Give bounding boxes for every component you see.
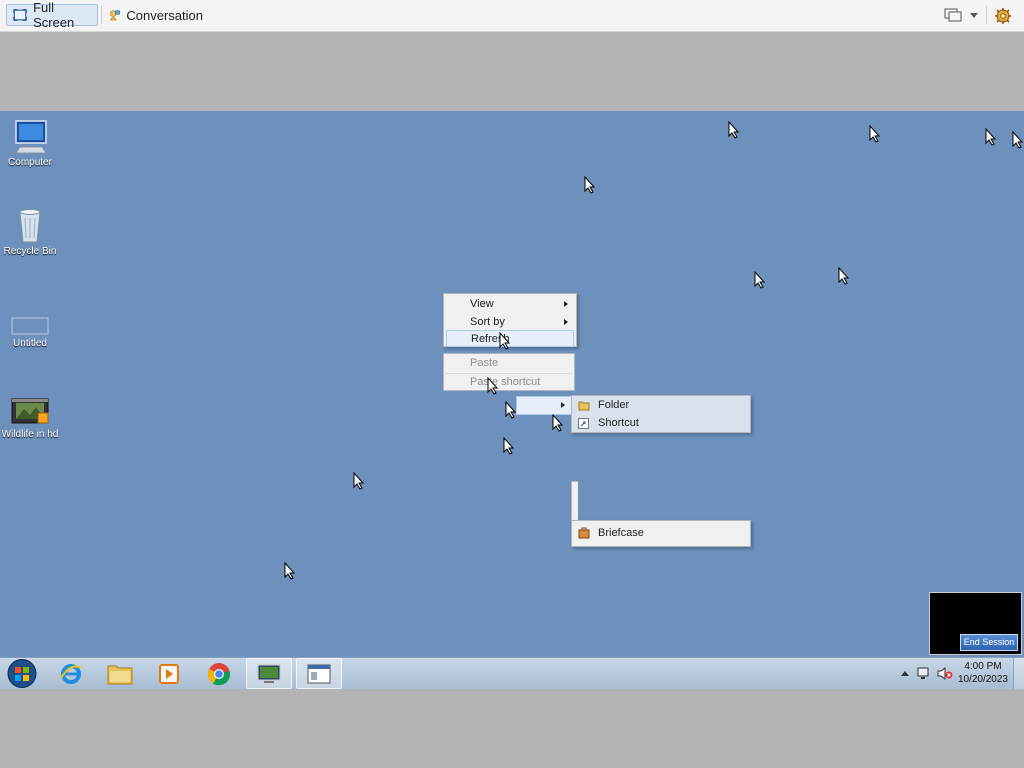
mouse-cursor-icon bbox=[728, 121, 740, 139]
mouse-cursor-icon bbox=[499, 332, 511, 350]
menu-item-label: View bbox=[470, 298, 494, 310]
shortcut-icon bbox=[578, 418, 589, 429]
mouse-cursor-icon bbox=[838, 267, 850, 285]
mouse-cursor-icon bbox=[505, 401, 517, 419]
end-session-button[interactable]: End Session bbox=[960, 634, 1018, 651]
folder-icon bbox=[578, 401, 590, 411]
system-clock[interactable]: 4:00 PM 10/20/2023 bbox=[958, 660, 1008, 686]
mouse-cursor-icon bbox=[1012, 131, 1024, 149]
mouse-cursor-icon bbox=[487, 377, 499, 395]
conversation-icon bbox=[109, 10, 121, 21]
mouse-cursor-icon bbox=[353, 472, 365, 490]
taskbar: 4:00 PM 10/20/2023 bbox=[0, 657, 1024, 689]
mouse-cursor-icon bbox=[284, 562, 296, 580]
show-desktop-button[interactable] bbox=[1013, 658, 1024, 689]
conversation-button[interactable]: Conversation bbox=[103, 4, 209, 26]
desktop-icon-recycle-bin[interactable]: Recycle Bin bbox=[0, 208, 60, 257]
desktop-icon-computer[interactable]: Computer bbox=[0, 119, 60, 168]
video-file-icon bbox=[10, 391, 50, 427]
menu-item-label: Briefcase bbox=[598, 527, 644, 539]
menu-item-label: Paste bbox=[470, 357, 499, 369]
new-submenu-bottom: Briefcase bbox=[571, 520, 751, 547]
menu-item-briefcase[interactable]: Briefcase bbox=[574, 525, 748, 542]
mouse-cursor-icon bbox=[584, 176, 596, 194]
taskbar-media-player[interactable] bbox=[146, 658, 192, 689]
monitor-icon[interactable] bbox=[944, 8, 962, 22]
taskbar-window-app[interactable] bbox=[296, 658, 342, 689]
desktop-icon-untitled[interactable]: Untitled bbox=[0, 300, 60, 349]
volume-muted-icon[interactable] bbox=[937, 667, 953, 680]
menu-item-new[interactable] bbox=[516, 396, 572, 415]
menu-item-label: Paste shortcut bbox=[470, 376, 541, 388]
full-screen-label: Full Screen bbox=[33, 0, 75, 30]
menu-item-paste[interactable]: Paste bbox=[446, 355, 572, 372]
desktop-icon-label: Wildlife in hd bbox=[1, 429, 59, 440]
mouse-cursor-icon bbox=[552, 414, 564, 432]
conversation-label: Conversation bbox=[126, 7, 203, 23]
remote-toolbar: Full Screen Conversation bbox=[0, 0, 1024, 32]
window-icon bbox=[307, 664, 331, 683]
desktop-icon-label: Untitled bbox=[13, 338, 47, 349]
taskbar-chrome[interactable] bbox=[196, 658, 242, 689]
windows-logo-icon bbox=[7, 659, 37, 688]
clock-date: 10/20/2023 bbox=[957, 674, 1008, 685]
taskbar-internet-explorer[interactable] bbox=[48, 658, 94, 689]
menu-item-paste-shortcut[interactable]: Paste shortcut bbox=[446, 373, 572, 390]
taskbar-remote-app[interactable] bbox=[246, 658, 292, 689]
remote-desktop-icon bbox=[257, 664, 281, 683]
internet-explorer-icon bbox=[60, 663, 82, 684]
desktop[interactable]: Computer Recycle Bin Untitled Wildlife i… bbox=[0, 111, 1024, 657]
briefcase-icon bbox=[578, 527, 590, 539]
menu-item-label: Folder bbox=[598, 399, 630, 411]
mouse-cursor-icon bbox=[503, 437, 515, 455]
computer-icon bbox=[10, 119, 50, 155]
menu-item-shortcut[interactable]: Shortcut bbox=[574, 415, 748, 432]
desktop-icon-wildlife[interactable]: Wildlife in hd bbox=[0, 391, 60, 440]
chevron-down-icon[interactable] bbox=[970, 13, 978, 18]
network-icon[interactable] bbox=[917, 667, 931, 680]
full-screen-icon bbox=[13, 9, 27, 21]
full-screen-button[interactable]: Full Screen bbox=[6, 0, 98, 30]
menu-item-sort-by[interactable]: Sort by bbox=[446, 314, 574, 331]
menu-item-folder[interactable]: Folder bbox=[574, 397, 748, 414]
media-player-icon bbox=[159, 663, 179, 684]
mouse-cursor-icon bbox=[869, 125, 881, 143]
menu-item-view[interactable]: View bbox=[446, 296, 574, 313]
toolbar-divider bbox=[101, 6, 102, 24]
submenu-arrow-icon bbox=[561, 402, 565, 408]
submenu-arrow-icon bbox=[564, 319, 568, 325]
clock-time: 4:00 PM bbox=[964, 661, 1002, 672]
viewer-background bbox=[0, 689, 1024, 768]
submenu-arrow-icon bbox=[564, 301, 568, 307]
chrome-icon bbox=[208, 662, 231, 685]
menu-item-label: Shortcut bbox=[598, 417, 639, 429]
recycle-bin-icon bbox=[10, 208, 50, 244]
taskbar-file-explorer[interactable] bbox=[97, 658, 143, 689]
desktop-icon-label: Recycle Bin bbox=[3, 246, 57, 257]
folder-icon bbox=[107, 665, 133, 684]
start-button[interactable] bbox=[4, 658, 40, 689]
new-submenu: Folder Shortcut bbox=[571, 395, 751, 433]
menu-item-label: Sort by bbox=[470, 316, 505, 328]
mouse-cursor-icon bbox=[754, 271, 766, 289]
desktop-context-menu-paste-group: Paste Paste shortcut bbox=[443, 353, 575, 391]
desktop-icon-label: Computer bbox=[8, 157, 52, 168]
session-preview: End Session bbox=[929, 592, 1022, 655]
new-submenu-fragment bbox=[571, 481, 578, 523]
blank-file-icon bbox=[10, 300, 50, 336]
toolbar-divider bbox=[986, 6, 987, 24]
show-hidden-icons-icon[interactable] bbox=[901, 671, 909, 676]
settings-gear-icon[interactable] bbox=[994, 7, 1012, 25]
mouse-cursor-icon bbox=[985, 128, 997, 146]
